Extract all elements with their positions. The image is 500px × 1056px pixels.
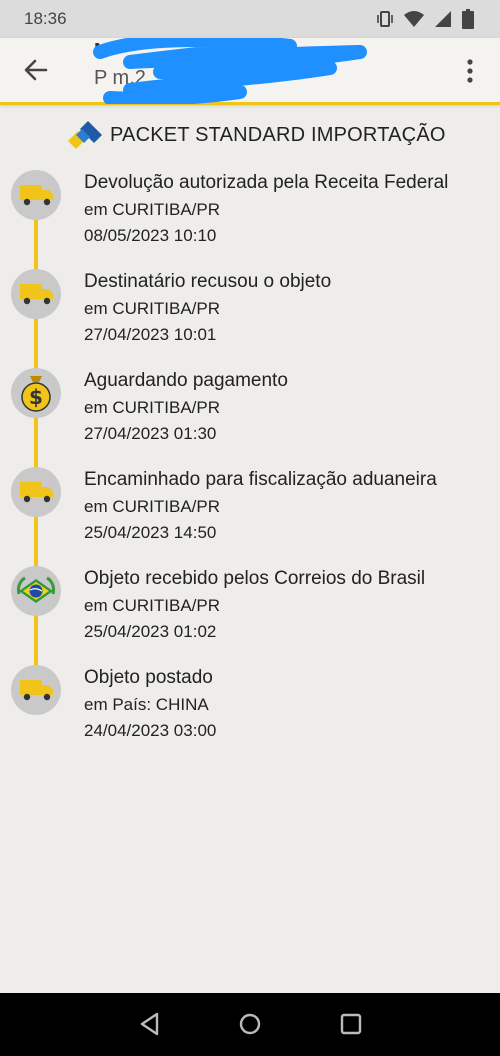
truck-icon bbox=[20, 284, 53, 305]
event-icon-circle: $ bbox=[11, 368, 61, 418]
truck-icon bbox=[20, 185, 53, 206]
event-icon-circle bbox=[11, 467, 61, 517]
event-place: em CURITIBA/PR bbox=[84, 596, 221, 615]
timeline-event: $ Aguardando pagamento em CURITIBA/PR 27… bbox=[0, 368, 500, 458]
system-nav-bar bbox=[0, 993, 500, 1056]
app-bar: N P m.2 bbox=[0, 38, 500, 105]
timeline-event: Objeto postado em País: CHINA 24/04/2023… bbox=[0, 665, 500, 755]
event-title: Objeto recebido pelos Correios do Brasil bbox=[84, 568, 426, 589]
event-place: em País: CHINA bbox=[84, 695, 209, 714]
event-place: em CURITIBA/PR bbox=[84, 398, 221, 417]
status-icons bbox=[376, 9, 474, 29]
event-place: em CURITIBA/PR bbox=[84, 497, 221, 516]
event-date: 27/04/2023 01:30 bbox=[84, 424, 217, 443]
nav-recents-icon[interactable] bbox=[338, 1011, 364, 1037]
wifi-icon bbox=[404, 11, 424, 27]
service-label: PACKET STANDARD IMPORTAÇÃO bbox=[110, 123, 446, 146]
correios-logo-icon bbox=[68, 121, 102, 149]
svg-text:$: $ bbox=[29, 385, 43, 409]
event-date: 27/04/2023 10:01 bbox=[84, 325, 217, 344]
vibrate-icon bbox=[377, 11, 393, 27]
timeline-event: Encaminhado para fiscalização aduaneira … bbox=[0, 467, 500, 557]
event-place: em CURITIBA/PR bbox=[84, 200, 221, 219]
redaction-scribble bbox=[93, 38, 367, 104]
event-title: Destinatário recusou o objeto bbox=[84, 271, 332, 292]
signal-icon bbox=[435, 11, 451, 27]
service-header: PACKET STANDARD IMPORTAÇÃO bbox=[66, 120, 446, 150]
timeline-event: Objeto recebido pelos Correios do Brasil… bbox=[0, 566, 500, 656]
truck-icon bbox=[20, 482, 53, 503]
event-date: 24/04/2023 03:00 bbox=[84, 721, 217, 740]
battery-icon bbox=[462, 9, 474, 29]
brazil-flag-icon bbox=[17, 576, 55, 603]
event-icon-circle bbox=[11, 665, 61, 715]
status-bar: 18:36 bbox=[0, 0, 500, 38]
event-date: 08/05/2023 10:10 bbox=[84, 226, 217, 245]
money-bag-icon: $ bbox=[21, 376, 51, 412]
event-title: Aguardando pagamento bbox=[84, 370, 288, 391]
timeline-event: Devolução autorizada pela Receita Federa… bbox=[0, 170, 500, 260]
back-arrow-icon[interactable] bbox=[20, 54, 52, 86]
event-date: 25/04/2023 01:02 bbox=[84, 622, 217, 641]
event-icon-circle bbox=[11, 566, 61, 616]
event-icon-circle bbox=[11, 170, 61, 220]
truck-icon bbox=[20, 680, 53, 701]
event-title: Devolução autorizada pela Receita Federa… bbox=[84, 172, 449, 193]
nav-back-icon[interactable] bbox=[137, 1011, 163, 1037]
nav-home-icon[interactable] bbox=[237, 1011, 263, 1037]
timeline-event: Destinatário recusou o objeto em CURITIB… bbox=[0, 269, 500, 359]
event-title: Encaminhado para fiscalização aduaneira bbox=[84, 469, 437, 490]
event-icon-circle bbox=[11, 269, 61, 319]
event-place: em CURITIBA/PR bbox=[84, 299, 221, 318]
more-vert-icon[interactable] bbox=[460, 56, 480, 86]
event-title: Objeto postado bbox=[84, 667, 213, 688]
event-date: 25/04/2023 14:50 bbox=[84, 523, 217, 542]
status-time: 18:36 bbox=[24, 9, 67, 28]
